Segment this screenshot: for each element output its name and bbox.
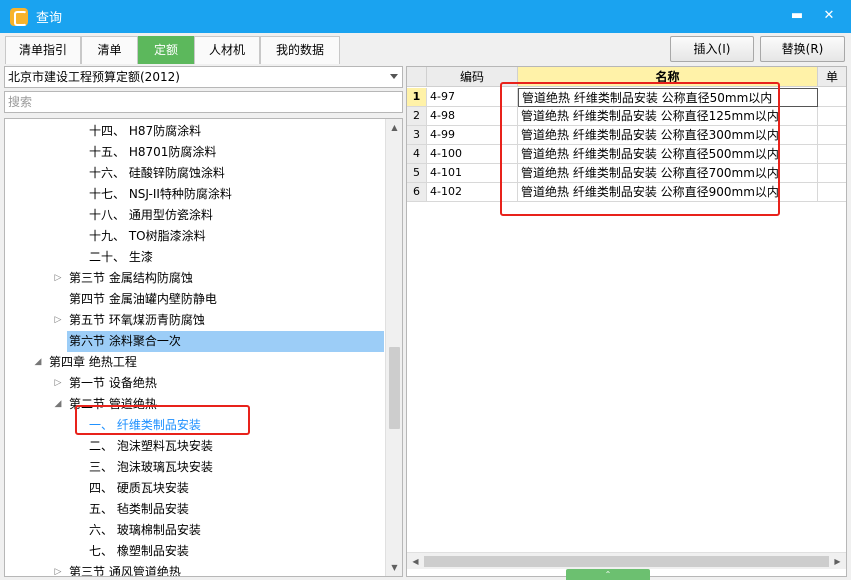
annotation-highlight-tree-item: [75, 405, 250, 435]
tree-item[interactable]: 第三节 通风管道绝热: [69, 562, 181, 576]
tree-item[interactable]: 第四节 金属油罐内壁防静电: [69, 289, 217, 310]
tree-item[interactable]: 第三节 金属结构防腐蚀: [69, 268, 193, 289]
minimize-icon[interactable]: ▬: [787, 6, 807, 26]
triangle-down-icon[interactable]: ◢: [33, 352, 43, 373]
tree-item[interactable]: 第五节 环氧煤沥青防腐蚀: [69, 310, 205, 331]
tree-item[interactable]: 第四章 绝热工程: [49, 352, 137, 373]
tree-item[interactable]: 六、 玻璃棉制品安装: [89, 520, 201, 541]
tree-item[interactable]: 五、 毡类制品安装: [89, 499, 189, 520]
tree-item-selected[interactable]: 第六节 涂料聚合一次: [67, 331, 384, 352]
scroll-down-icon[interactable]: ▼: [386, 559, 402, 576]
window-title: 查询: [36, 11, 63, 26]
tab-bar: 清单指引 清单 定额 人材机 我的数据 插入(I) 替换(R): [0, 33, 851, 64]
tree-item[interactable]: 七、 橡塑制品安装: [89, 541, 189, 562]
library-select-value: 北京市建设工程预算定额(2012): [8, 70, 180, 84]
close-icon[interactable]: ✕: [819, 6, 839, 26]
triangle-right-icon[interactable]: ▷: [53, 562, 63, 576]
row-number: 5: [407, 164, 427, 183]
tree-item[interactable]: 第一节 设备绝热: [69, 373, 157, 394]
triangle-right-icon[interactable]: ▷: [53, 268, 63, 289]
triangle-right-icon[interactable]: ▷: [53, 373, 63, 394]
annotation-highlight-results: [500, 82, 780, 216]
tree-item[interactable]: 十五、 H8701防腐涂料: [89, 142, 216, 163]
tab-rencaiji[interactable]: 人材机: [194, 36, 260, 64]
tree-item[interactable]: 十八、 通用型仿瓷涂料: [89, 205, 213, 226]
app-logo-icon: [10, 7, 28, 26]
scroll-left-icon[interactable]: ◀: [407, 553, 424, 570]
quota-tree[interactable]: 十四、 H87防腐涂料 十五、 H8701防腐涂料 十六、 硅酸锌防腐蚀涂料 十…: [4, 118, 403, 577]
scroll-up-icon[interactable]: ▲: [386, 119, 402, 136]
grid-horizontal-scrollbar[interactable]: ◀ ▶: [407, 552, 846, 569]
library-select[interactable]: 北京市建设工程预算定额(2012): [4, 66, 403, 88]
row-number: 3: [407, 126, 427, 145]
chevron-down-icon[interactable]: [390, 74, 398, 79]
tree-item[interactable]: 十九、 TO树脂漆涂料: [89, 226, 206, 247]
cell-unit[interactable]: [818, 145, 846, 164]
search-input[interactable]: [4, 91, 403, 113]
tab-qingdan-zhiyin[interactable]: 清单指引: [5, 36, 81, 64]
row-number: 6: [407, 183, 427, 202]
tree-scrollbar[interactable]: ▲ ▼: [385, 119, 402, 576]
title-bar: 查询 ▬ ✕: [0, 0, 851, 33]
tree-item[interactable]: 二、 泡沫塑料瓦块安装: [89, 436, 213, 457]
tab-dinge[interactable]: 定额: [138, 36, 194, 64]
scroll-thumb[interactable]: [424, 556, 829, 567]
row-number: 4: [407, 145, 427, 164]
row-number: 1: [407, 88, 427, 107]
tree-item[interactable]: 十六、 硅酸锌防腐蚀涂料: [89, 163, 225, 184]
tree-item[interactable]: 十四、 H87防腐涂料: [89, 121, 201, 142]
column-header-unit[interactable]: 单: [818, 67, 846, 87]
left-panel: 北京市建设工程预算定额(2012) 十四、 H87防腐涂料 十五、 H8701防…: [4, 66, 403, 577]
tab-qingdan[interactable]: 清单: [81, 36, 138, 64]
panel-expand-handle[interactable]: ⌃: [566, 569, 650, 580]
cell-unit[interactable]: [818, 183, 846, 202]
tree-item[interactable]: 四、 硬质瓦块安装: [89, 478, 189, 499]
tree-item[interactable]: 十七、 NSJ-II特种防腐涂料: [89, 184, 232, 205]
cell-unit[interactable]: [818, 126, 846, 145]
cell-unit[interactable]: [818, 107, 846, 126]
tree-item[interactable]: 二十、 生漆: [89, 247, 153, 268]
cell-unit[interactable]: [818, 88, 846, 107]
grid-corner: [407, 67, 427, 87]
row-number: 2: [407, 107, 427, 126]
triangle-down-icon[interactable]: ◢: [53, 394, 63, 415]
replace-button[interactable]: 替换(R): [760, 36, 845, 62]
insert-button[interactable]: 插入(I): [670, 36, 754, 62]
triangle-right-icon[interactable]: ▷: [53, 310, 63, 331]
scroll-thumb[interactable]: [389, 347, 400, 429]
tab-my-data[interactable]: 我的数据: [260, 36, 340, 64]
cell-unit[interactable]: [818, 164, 846, 183]
tree-item[interactable]: 三、 泡沫玻璃瓦块安装: [89, 457, 213, 478]
scroll-right-icon[interactable]: ▶: [829, 553, 846, 570]
